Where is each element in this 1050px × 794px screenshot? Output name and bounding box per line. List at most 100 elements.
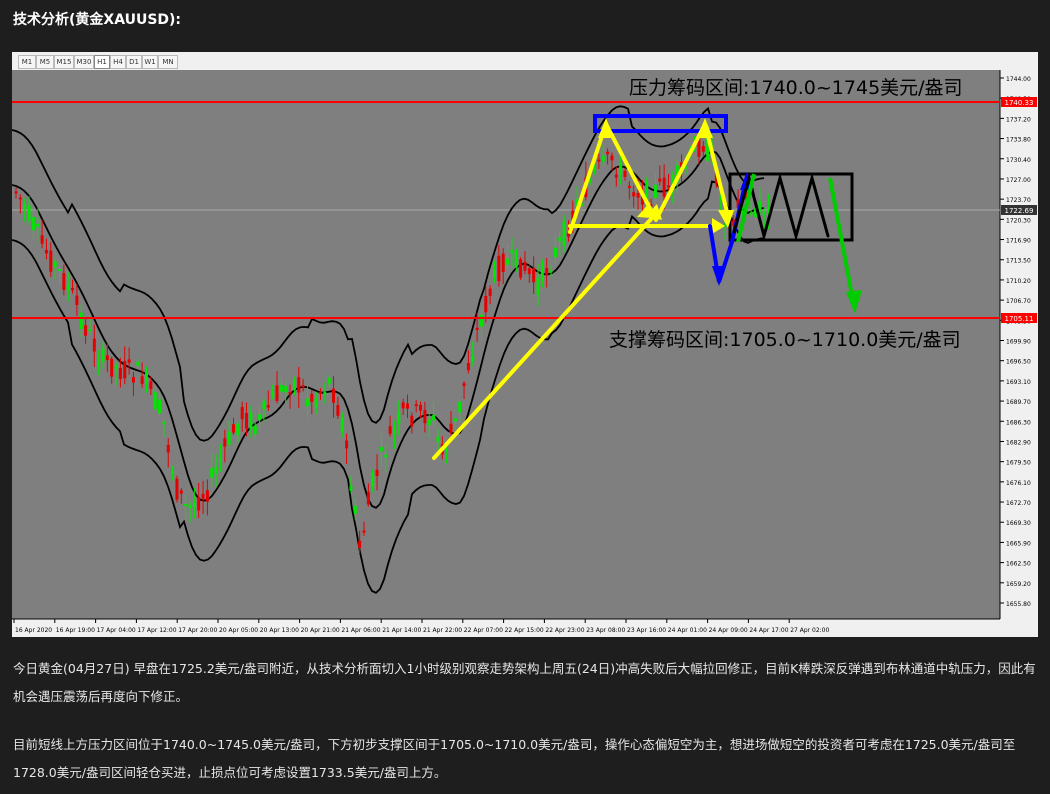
candle-body: [388, 426, 392, 434]
candle-body: [427, 419, 431, 426]
candle-body: [92, 338, 96, 352]
candle-body: [18, 197, 22, 200]
time-axis-tick-label: 16 Apr 2020: [15, 627, 52, 634]
candle-body: [379, 447, 383, 452]
candle-body: [101, 348, 105, 362]
candle-body: [153, 391, 157, 409]
price-axis-tick-label: 1669.30: [1006, 520, 1031, 527]
timeframe-m30[interactable]: M30: [74, 55, 94, 69]
candle-body: [118, 368, 122, 379]
candle-body: [366, 491, 370, 505]
timeframe-mn[interactable]: MN: [158, 55, 178, 69]
candle-body: [432, 414, 436, 421]
price-axis-tick-label: 1696.50: [1006, 359, 1031, 366]
candle-body: [519, 259, 523, 278]
candle-body: [23, 204, 27, 209]
candle-body: [453, 418, 457, 422]
candle-body: [44, 250, 48, 254]
timeframe-w1[interactable]: W1: [142, 55, 158, 69]
candle-body: [392, 426, 396, 434]
candle-body: [149, 381, 153, 389]
candle-body: [627, 185, 631, 188]
candle-body: [553, 247, 557, 258]
candle-body: [762, 210, 766, 216]
candle-body: [131, 377, 135, 383]
candle-body: [249, 412, 253, 430]
candle-body: [362, 530, 366, 533]
price-axis-tick-label: 1679.50: [1006, 460, 1031, 467]
timeframe-h4[interactable]: H4: [110, 55, 126, 69]
candle-body: [514, 250, 518, 268]
candle-body: [275, 385, 279, 401]
candle-body: [353, 505, 357, 514]
candle-body: [332, 388, 336, 403]
time-axis-tick-label: 24 Apr 01:00: [668, 627, 707, 634]
candle-body: [240, 406, 244, 420]
candle-body: [49, 250, 53, 272]
candle-body: [597, 159, 601, 162]
timeframe-d1[interactable]: D1: [126, 55, 142, 69]
price-axis-tick-label: 1710.20: [1006, 278, 1031, 285]
price-axis-tick-label: 1689.70: [1006, 399, 1031, 406]
candle-body: [27, 205, 31, 221]
candle-body: [658, 178, 662, 182]
candle-body: [497, 255, 501, 282]
candle-body: [310, 393, 314, 403]
price-axis-tick-label: 1744.00: [1006, 76, 1031, 83]
time-axis-tick-label: 20 Apr 21:00: [301, 627, 340, 634]
candle-body: [31, 216, 35, 231]
time-axis-tick-label: 16 Apr 19:00: [56, 627, 95, 634]
candle-body: [667, 185, 670, 188]
candle-body: [449, 423, 453, 433]
candle-body: [236, 423, 240, 436]
candle-body: [414, 404, 418, 407]
timeframe-m15[interactable]: M15: [54, 55, 74, 69]
price-axis-tick-label: 1723.70: [1006, 197, 1031, 204]
time-axis-tick-label: 23 Apr 08:00: [586, 627, 625, 634]
time-axis-tick-label: 17 Apr 20:00: [178, 627, 217, 634]
time-axis-tick-label: 17 Apr 12:00: [137, 627, 176, 634]
candle-body: [479, 314, 483, 327]
candle-body: [84, 325, 88, 336]
candle-body: [336, 405, 340, 416]
candle-body: [623, 170, 627, 177]
candle-body: [166, 444, 170, 453]
candle-body: [475, 327, 479, 331]
resistance-zone-label: 压力筹码区间:1740.0~1745美元/盎司: [629, 77, 963, 99]
candle-body: [653, 184, 657, 198]
time-axis-tick-label: 22 Apr 23:00: [545, 627, 584, 634]
current-price-tag-text: 1722.69: [1005, 207, 1034, 215]
candle-body: [266, 405, 270, 408]
resistance-price-tag-text: 1740.33: [1005, 99, 1034, 107]
time-axis-tick-label: 20 Apr 13:00: [260, 627, 299, 634]
candle-body: [105, 355, 109, 360]
candle-body: [610, 155, 614, 161]
candle-body: [188, 504, 192, 508]
price-axis-tick-label: 1733.80: [1006, 137, 1031, 144]
candle-body: [532, 268, 536, 283]
candle-body: [536, 278, 540, 295]
time-axis-tick-label: 17 Apr 04:00: [97, 627, 136, 634]
candle-body: [545, 268, 549, 275]
price-axis-tick-label: 1665.90: [1006, 540, 1031, 547]
candle-body: [36, 223, 40, 228]
candle-body: [245, 412, 249, 429]
candle-body: [75, 295, 79, 305]
price-axis-tick-label: 1720.30: [1006, 217, 1031, 224]
candle-body: [197, 497, 201, 511]
candle-body: [279, 384, 283, 392]
candle-body: [540, 263, 544, 281]
timeframe-m1[interactable]: M1: [18, 55, 36, 69]
candle-body: [436, 437, 440, 442]
candle-body: [214, 466, 218, 474]
candle-body: [62, 273, 66, 290]
candle-body: [662, 177, 666, 197]
price-axis-tick-label: 1706.70: [1006, 298, 1031, 305]
candle-body: [423, 410, 427, 424]
candle-body: [305, 398, 309, 407]
candle-body: [562, 221, 566, 246]
timeframe-m5[interactable]: M5: [36, 55, 54, 69]
price-axis-tick-label: 1737.20: [1006, 116, 1031, 123]
page-title: 技术分析(黄金XAUUSD):: [13, 12, 182, 28]
timeframe-h1[interactable]: H1: [94, 55, 110, 69]
